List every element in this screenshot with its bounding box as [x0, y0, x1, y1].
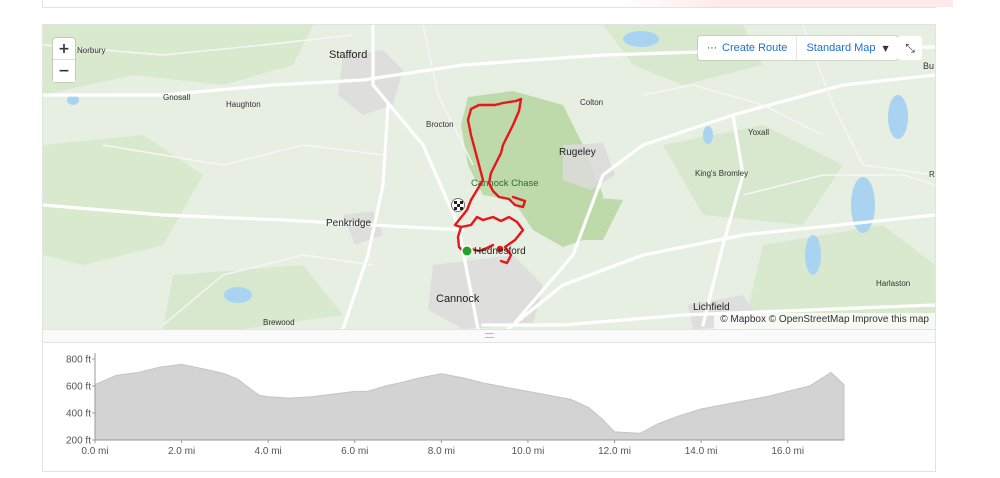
activity-map-card: Stafford Norbury Gnosall Haughton Brocto…	[42, 24, 936, 472]
route-icon: ⋯	[707, 42, 717, 54]
previous-panel-edge	[42, 0, 953, 8]
start-marker	[461, 245, 473, 257]
place-brewood: Brewood	[263, 318, 295, 327]
place-colton: Colton	[580, 98, 603, 107]
map-canvas[interactable]: Stafford Norbury Gnosall Haughton Brocto…	[43, 25, 935, 329]
map-style-label: Standard Map	[806, 42, 876, 54]
y-tick-label: 400 ft	[66, 409, 91, 420]
map-attribution: © Mapbox © OpenStreetMap Improve this ma…	[714, 313, 935, 329]
place-haughton: Haughton	[226, 100, 261, 109]
place-harlaston: Harlaston	[876, 279, 910, 288]
x-tick-label: 0.0 mi	[81, 446, 108, 457]
x-tick-label: 14.0 mi	[685, 446, 718, 457]
mapbox-link[interactable]: © Mapbox	[720, 314, 766, 325]
place-brocton: Brocton	[426, 120, 454, 129]
panel-highlight	[623, 0, 953, 7]
place-ri: R	[929, 170, 935, 179]
improve-map-link[interactable]: Improve this map	[852, 314, 929, 325]
place-norbury: Norbury	[77, 46, 105, 55]
x-tick-label: 8.0 mi	[428, 446, 455, 457]
x-tick-label: 16.0 mi	[771, 446, 804, 457]
osm-link[interactable]: © OpenStreetMap	[769, 314, 850, 325]
elevation-chart[interactable]: 800 ft 600 ft 400 ft 200 ft 0.0 mi 2.0 mi 4.0 …	[43, 345, 935, 473]
place-cannock: Cannock	[436, 293, 480, 305]
zoom-controls: + −	[53, 38, 75, 82]
place-penkridge: Penkridge	[326, 218, 371, 229]
place-gnosall: Gnosall	[163, 93, 190, 102]
x-tick-label: 10.0 mi	[512, 446, 545, 457]
elevation-svg: 800 ft 600 ft 400 ft 200 ft0.0 mi 2.0 mi 4.0 …	[66, 353, 845, 457]
expand-icon: ⤡	[905, 40, 915, 55]
y-tick-label: 600 ft	[66, 382, 91, 393]
map-resize-handle[interactable]	[43, 329, 935, 343]
place-rugeley: Rugeley	[559, 147, 596, 158]
caret-down-icon: ▼	[882, 43, 889, 53]
place-yoxall: Yoxall	[748, 128, 769, 137]
y-tick-label: 800 ft	[66, 355, 91, 366]
place-hednesford: Hednesford	[474, 246, 526, 257]
place-kings-bromley: King's Bromley	[695, 169, 748, 178]
x-tick-label: 12.0 mi	[598, 446, 631, 457]
map-toolbar: ⋯ Create Route Standard Map ▼	[698, 36, 898, 60]
zoom-in-button[interactable]: +	[53, 38, 75, 60]
y-tick-label: 200 ft	[66, 436, 91, 447]
grip-icon	[485, 333, 494, 338]
expand-map-button[interactable]: ⤡	[898, 36, 922, 60]
x-tick-label: 4.0 mi	[255, 446, 282, 457]
place-lichfield: Lichfield	[693, 302, 730, 313]
zoom-out-button[interactable]: −	[53, 60, 75, 82]
place-stafford: Stafford	[329, 49, 367, 61]
x-tick-label: 2.0 mi	[168, 446, 195, 457]
create-route-button[interactable]: ⋯ Create Route	[698, 36, 796, 60]
elevation-area	[94, 363, 845, 441]
route-map[interactable]: Stafford Norbury Gnosall Haughton Brocto…	[43, 25, 935, 329]
place-cannock-chase: Cannock Chase	[471, 178, 539, 189]
place-bu: Bu	[923, 61, 934, 71]
x-tick-label: 6.0 mi	[341, 446, 368, 457]
create-route-label: Create Route	[722, 42, 788, 54]
finish-flag-icon	[451, 198, 465, 212]
map-style-dropdown[interactable]: Standard Map ▼	[796, 36, 897, 60]
